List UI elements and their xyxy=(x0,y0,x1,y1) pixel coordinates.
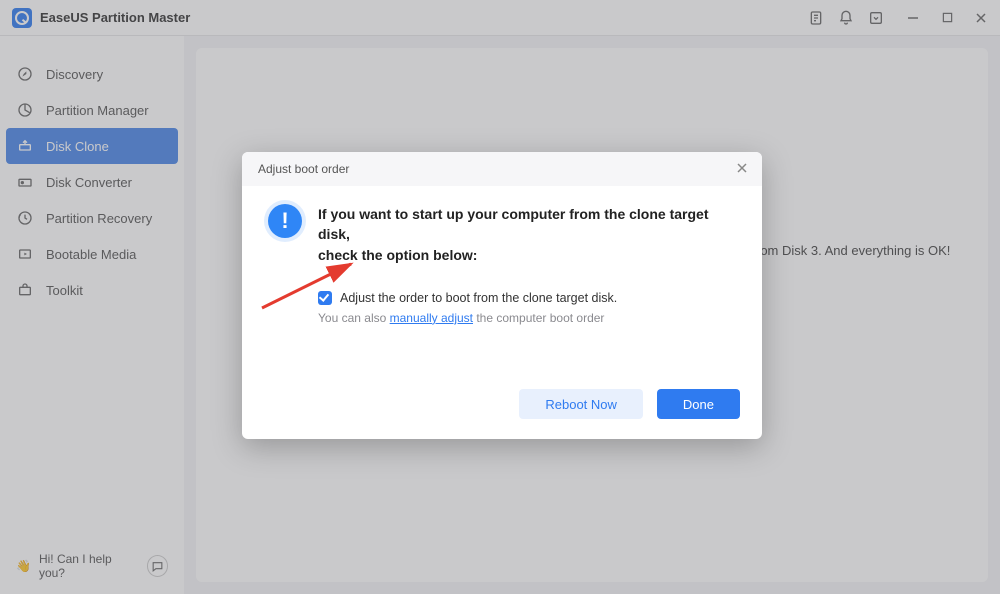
hint-text: You can also manually adjust the compute… xyxy=(318,311,736,325)
dialog-body: ! If you want to start up your computer … xyxy=(242,186,762,335)
dialog-footer: Reboot Now Done xyxy=(242,375,762,439)
reboot-now-button[interactable]: Reboot Now xyxy=(519,389,643,419)
dialog-heading-line2: check the option below: xyxy=(318,247,477,263)
hint-prefix: You can also xyxy=(318,311,390,325)
dialog-header: Adjust boot order xyxy=(242,152,762,186)
dialog-close-button[interactable] xyxy=(734,160,750,176)
dialog-heading: If you want to start up your computer fr… xyxy=(318,204,736,265)
hint-suffix: the computer boot order xyxy=(473,311,604,325)
adjust-order-checkbox[interactable] xyxy=(318,291,332,305)
info-icon: ! xyxy=(268,204,302,238)
dialog-content: If you want to start up your computer fr… xyxy=(318,204,736,325)
checkbox-row: Adjust the order to boot from the clone … xyxy=(318,291,736,305)
checkbox-label: Adjust the order to boot from the clone … xyxy=(340,291,617,305)
adjust-boot-order-dialog: Adjust boot order ! If you want to start… xyxy=(242,152,762,439)
manual-adjust-link[interactable]: manually adjust xyxy=(390,311,473,325)
done-button[interactable]: Done xyxy=(657,389,740,419)
dialog-heading-line1: If you want to start up your computer fr… xyxy=(318,206,708,242)
dialog-title: Adjust boot order xyxy=(258,162,349,176)
